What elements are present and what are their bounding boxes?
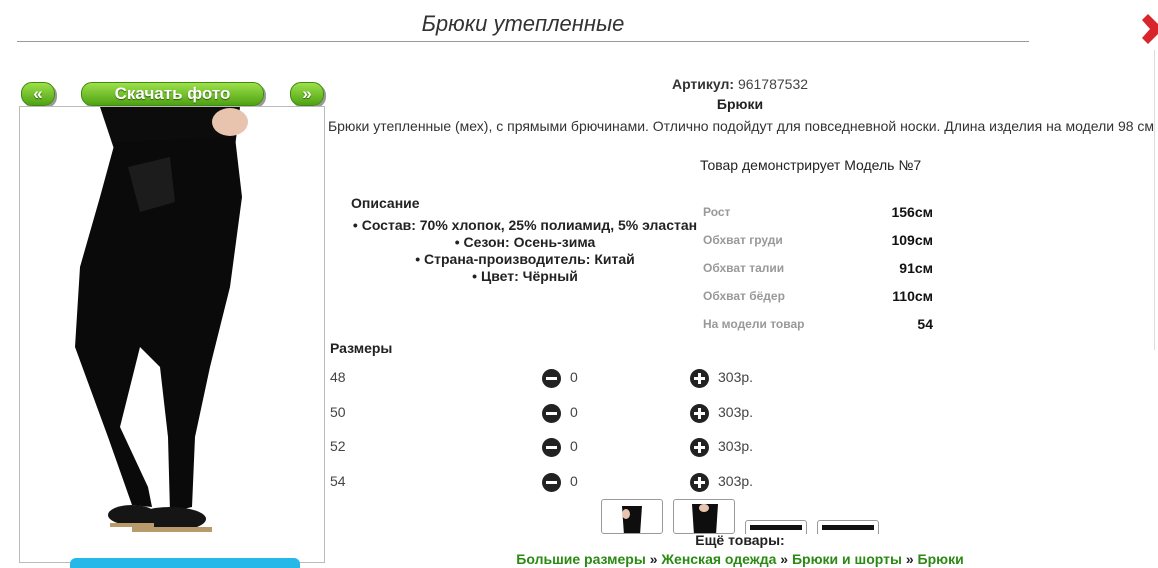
- price-value: 303р.: [718, 473, 754, 489]
- measurement-row: Обхват талии 91см: [703, 254, 933, 282]
- more-products-label: Ещё товары:: [695, 532, 785, 548]
- measurement-value: 109см: [891, 232, 933, 248]
- measurement-value: 156см: [891, 204, 933, 220]
- product-description: Брюки утепленные (мех), с прямыми брючин…: [327, 118, 1155, 134]
- product-photo[interactable]: [19, 106, 325, 563]
- scrollbar[interactable]: [1154, 50, 1158, 350]
- size-label: 54: [330, 473, 346, 489]
- close-icon[interactable]: [1138, 10, 1158, 46]
- thumbnail-image[interactable]: [601, 499, 663, 534]
- breadcrumb-separator: »: [649, 551, 658, 567]
- spec-item: Сезон: Осень-зима: [345, 234, 705, 251]
- article-line: Артикул: 961787532: [330, 76, 1150, 92]
- breadcrumb: Большие размеры » Женская одежда » Брюки…: [330, 551, 1150, 567]
- measurement-label: На модели товар: [703, 317, 805, 331]
- measurement-value: 110см: [892, 288, 933, 304]
- specs-list: Состав: 70% хлопок, 25% полиамид, 5% эла…: [345, 217, 705, 285]
- measurement-value: 54: [917, 316, 933, 332]
- measurement-row: Обхват груди 109см: [703, 226, 933, 254]
- photo-action-bar[interactable]: [70, 558, 300, 568]
- thumbnail-photo: [622, 506, 642, 533]
- measurement-label: Обхват талии: [703, 261, 785, 275]
- size-label: 50: [330, 404, 346, 420]
- thumbnail-image[interactable]: [673, 499, 735, 534]
- breadcrumb-link[interactable]: Брюки и шорты: [792, 551, 902, 567]
- plus-icon[interactable]: [690, 473, 709, 492]
- size-row: 52 0 303р.: [330, 438, 830, 458]
- price-value: 303р.: [718, 404, 754, 420]
- product-type: Брюки: [716, 96, 764, 112]
- size-label: 48: [330, 369, 346, 385]
- plus-icon[interactable]: [690, 404, 709, 423]
- next-photo-button[interactable]: »: [290, 82, 324, 106]
- model-photo-image: [75, 107, 248, 532]
- size-row: 50 0 303р.: [330, 404, 830, 424]
- breadcrumb-link[interactable]: Большие размеры: [516, 551, 646, 567]
- price-value: 303р.: [718, 438, 754, 454]
- download-photo-button[interactable]: Скачать фото: [81, 82, 264, 106]
- plus-icon[interactable]: [690, 438, 709, 457]
- page-title: Брюки утепленные: [17, 8, 1029, 42]
- size-row: 54 0 303р.: [330, 473, 830, 493]
- breadcrumb-separator: »: [780, 551, 789, 567]
- prev-photo-button[interactable]: «: [21, 82, 55, 106]
- quantity-value: 0: [570, 369, 578, 385]
- spec-item: Состав: 70% хлопок, 25% полиамид, 5% эла…: [345, 217, 705, 234]
- size-label: 52: [330, 438, 346, 454]
- measurement-row: Обхват бёдер 110см: [703, 282, 933, 310]
- thumbnail-photo: [692, 504, 718, 533]
- model-note: Товар демонстрирует Модель №7: [700, 157, 922, 173]
- size-row: 48 0 303р.: [330, 369, 830, 389]
- measurement-label: Рост: [703, 205, 731, 219]
- minus-icon[interactable]: [542, 473, 561, 492]
- quantity-value: 0: [570, 473, 578, 489]
- breadcrumb-link[interactable]: Брюки: [918, 551, 964, 567]
- minus-icon[interactable]: [542, 369, 561, 388]
- breadcrumb-separator: »: [905, 551, 914, 567]
- breadcrumb-link[interactable]: Женская одежда: [661, 551, 776, 567]
- measurement-label: Обхват груди: [703, 233, 783, 247]
- measurements-table: Рост 156см Обхват груди 109см Обхват тал…: [703, 198, 933, 338]
- plus-icon[interactable]: [690, 369, 709, 388]
- article-label: Артикул:: [671, 76, 735, 92]
- quantity-value: 0: [570, 438, 578, 454]
- specs-heading: Описание: [351, 195, 420, 211]
- price-value: 303р.: [718, 369, 754, 385]
- measurement-value: 91см: [899, 260, 933, 276]
- measurement-row: Рост 156см: [703, 198, 933, 226]
- minus-icon[interactable]: [542, 438, 561, 457]
- spec-item: Страна-производитель: Китай: [345, 251, 705, 268]
- sizes-heading: Размеры: [330, 340, 393, 356]
- quantity-value: 0: [570, 404, 578, 420]
- measurement-row: На модели товар 54: [703, 310, 933, 338]
- minus-icon[interactable]: [542, 404, 561, 423]
- measurement-label: Обхват бёдер: [703, 289, 785, 303]
- spec-item: Цвет: Чёрный: [345, 268, 705, 285]
- article-value: 961787532: [737, 76, 809, 92]
